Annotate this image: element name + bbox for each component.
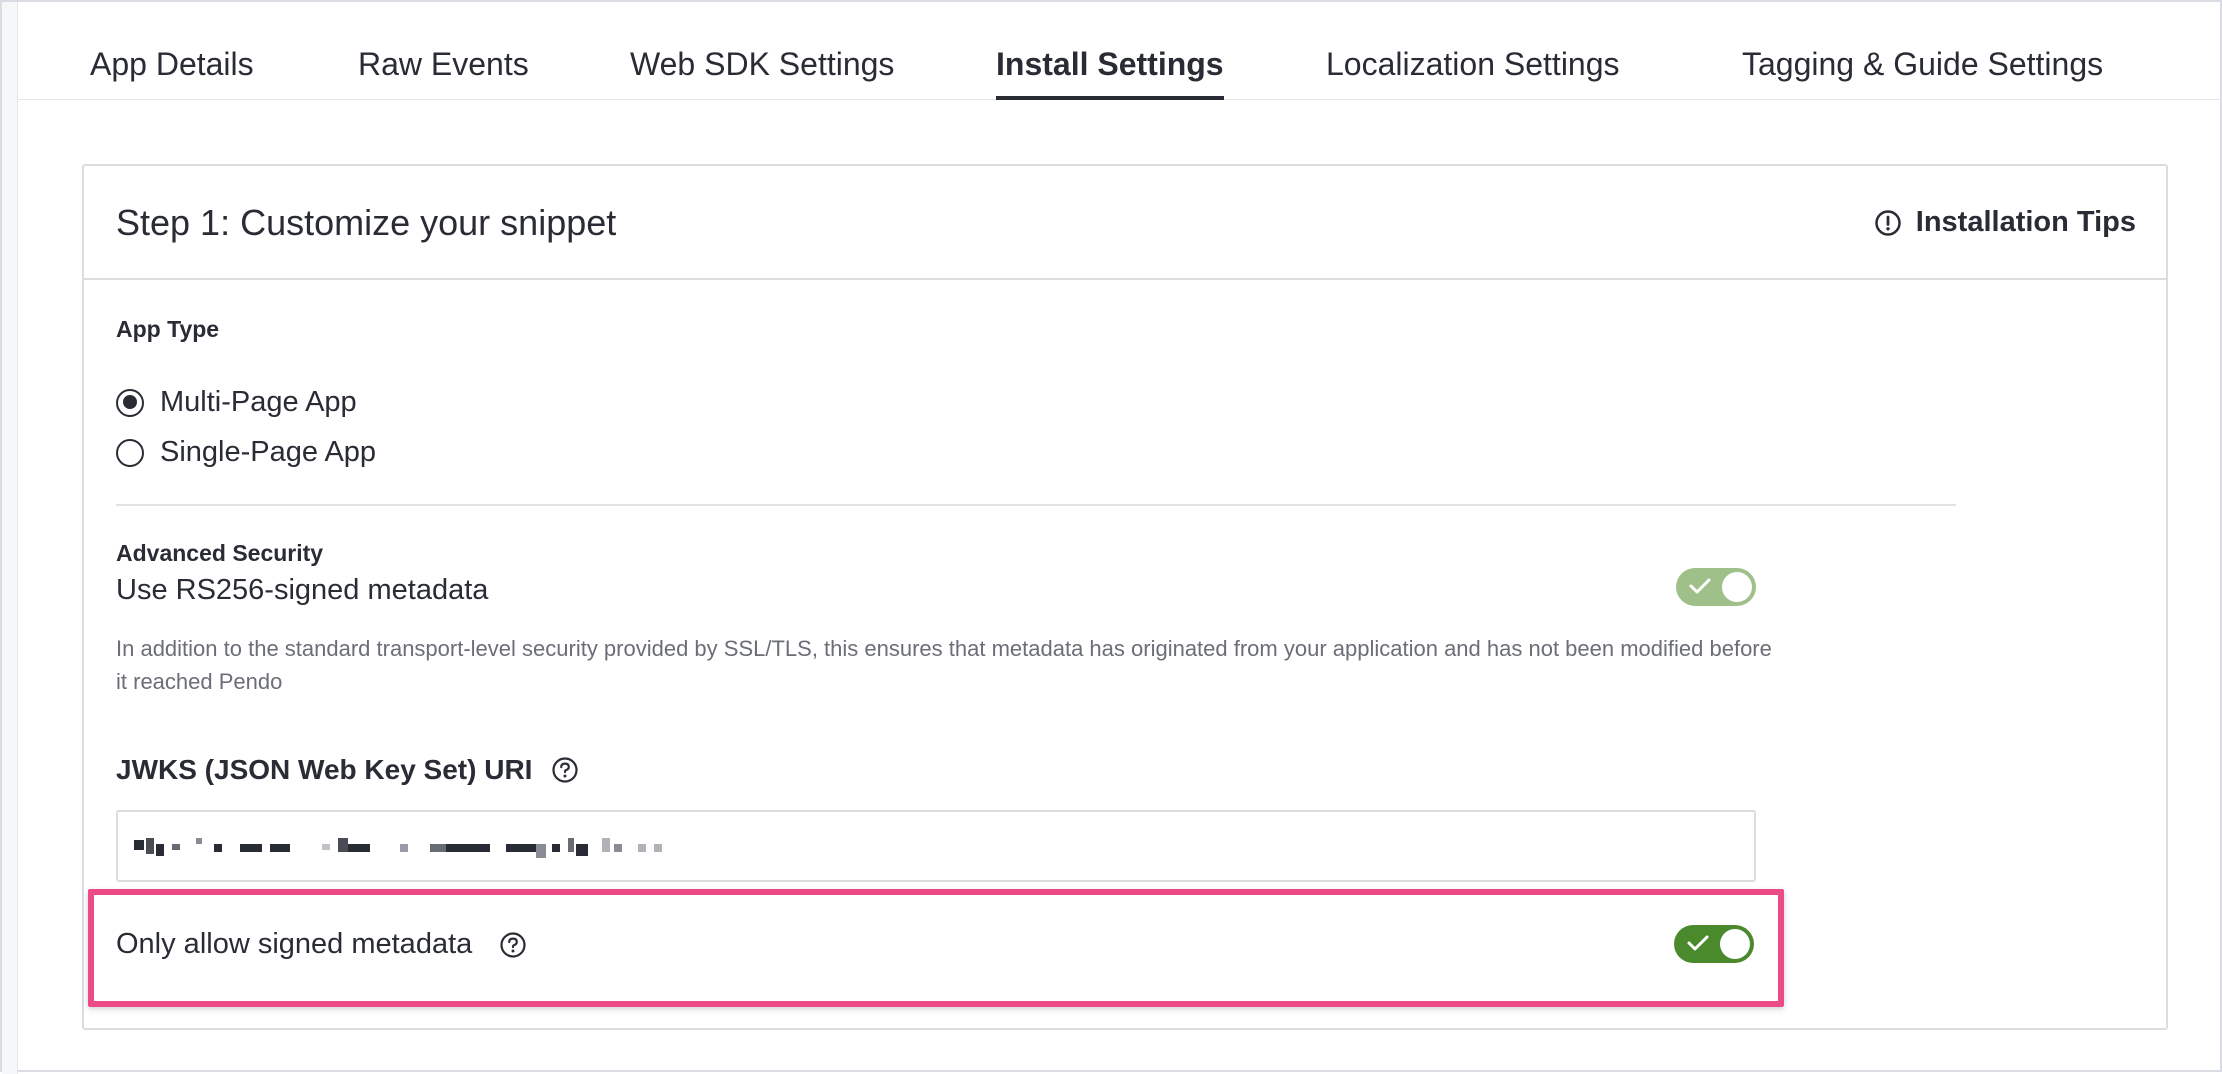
section-divider <box>116 504 1956 506</box>
radio-single-page-app[interactable]: Single-Page App <box>116 436 376 469</box>
installation-tips-link[interactable]: Installation Tips <box>1874 206 2136 239</box>
rs256-toggle[interactable] <box>1676 568 1756 606</box>
settings-tabs: App Details Raw Events Web SDK Settings … <box>18 2 2222 100</box>
installation-tips-label: Installation Tips <box>1915 206 2136 238</box>
tab-web-sdk-settings[interactable]: Web SDK Settings <box>630 42 894 100</box>
toggle-knob <box>1722 572 1752 602</box>
radio-button-checked[interactable] <box>116 388 144 417</box>
alert-circle-icon <box>1875 209 1901 236</box>
tab-raw-events[interactable]: Raw Events <box>358 42 529 100</box>
app-type-label: App Type <box>116 316 220 342</box>
radio-button-unchecked[interactable] <box>116 438 144 467</box>
card-title: Step 1: Customize your snippet <box>116 202 617 243</box>
tab-tagging-guide-settings[interactable]: Tagging & Guide Settings <box>1742 42 2103 100</box>
signed-metadata-row: Only allow signed metadata <box>116 928 528 961</box>
jwks-field-label: JWKS (JSON Web Key Set) URI <box>116 754 580 786</box>
card-header: Step 1: Customize your snippet Installat… <box>84 166 2166 280</box>
tab-localization-settings[interactable]: Localization Settings <box>1326 42 1620 100</box>
radio-label-single-page: Single-Page App <box>160 436 377 468</box>
jwks-uri-input[interactable] <box>116 810 1756 882</box>
rs256-setting-label: Use RS256-signed metadata <box>116 574 489 606</box>
tab-install-settings[interactable]: Install Settings <box>996 42 1224 100</box>
signed-metadata-label: Only allow signed metadata <box>116 928 473 960</box>
help-circle-icon[interactable] <box>498 930 528 960</box>
jwks-uri-value-redacted <box>132 834 832 862</box>
app-window: App Details Raw Events Web SDK Settings … <box>0 0 2222 1074</box>
check-icon <box>1689 578 1711 594</box>
signed-metadata-toggle[interactable] <box>1674 925 1754 963</box>
tab-app-details[interactable]: App Details <box>90 42 254 100</box>
jwks-label-text: JWKS (JSON Web Key Set) URI <box>116 754 533 785</box>
radio-label-multi-page: Multi-Page App <box>160 386 357 418</box>
toggle-knob <box>1720 929 1750 959</box>
radio-multi-page-app[interactable]: Multi-Page App <box>116 386 357 419</box>
page-edge <box>2 2 18 1074</box>
security-description: In addition to the standard transport-le… <box>116 636 1772 694</box>
help-circle-icon[interactable] <box>550 755 580 785</box>
advanced-security-label: Advanced Security <box>116 540 324 566</box>
check-icon <box>1687 935 1709 951</box>
